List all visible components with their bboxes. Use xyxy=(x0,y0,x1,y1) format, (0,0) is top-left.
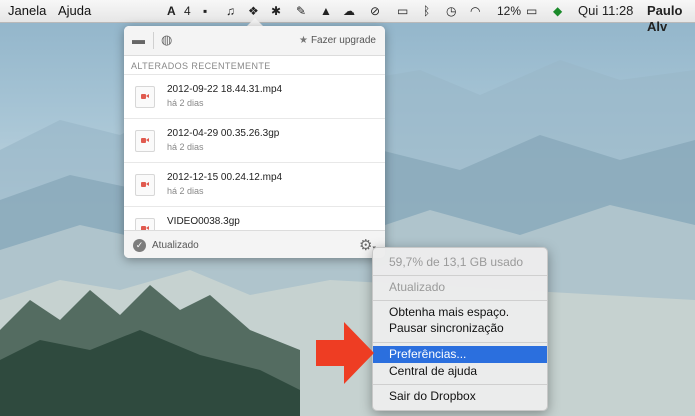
list-item[interactable]: 2012-04-29 00.35.26.3gp há 2 dias xyxy=(124,119,385,163)
folder-icon[interactable]: ▬ xyxy=(132,32,145,47)
file-time: há 2 dias xyxy=(167,142,204,152)
globe-icon[interactable]: ◍ xyxy=(161,32,172,48)
adobe-count: 4 xyxy=(184,4,191,18)
video-file-icon xyxy=(135,86,155,108)
panel-caret xyxy=(247,18,263,26)
menu-item-usage: 59,7% de 13,1 GB usado xyxy=(389,255,524,269)
video-file-icon xyxy=(135,174,155,196)
sync-icon[interactable]: ✱ xyxy=(271,3,281,19)
menu-item-pause-sync[interactable]: Pausar sincronização xyxy=(373,320,547,337)
menu-item-get-space[interactable]: Obtenha mais espaço. xyxy=(373,304,547,321)
brazil-flag-icon[interactable]: ◆ xyxy=(553,3,562,19)
adobe-icon[interactable]: A xyxy=(167,3,176,19)
menu-separator xyxy=(373,342,547,343)
time-machine-icon[interactable]: ◷ xyxy=(446,3,456,19)
battery-percent[interactable]: 12% xyxy=(497,3,521,19)
lock-icon[interactable]: ▪ xyxy=(203,3,207,19)
upgrade-label: Fazer upgrade xyxy=(310,35,376,46)
list-item[interactable]: 2012-09-22 18.44.31.mp4 há 2 dias xyxy=(124,75,385,119)
file-time: há 2 dias xyxy=(167,98,204,108)
video-file-icon xyxy=(135,130,155,152)
clock[interactable]: Qui 11:28 xyxy=(578,3,633,19)
battery-icon[interactable]: ▭ xyxy=(526,3,537,19)
menu-item-preferences[interactable]: Preferências... xyxy=(373,346,547,363)
panel-header: ▬ ◍ ★ Fazer upgrade xyxy=(124,26,385,56)
upgrade-button[interactable]: ★ Fazer upgrade xyxy=(299,35,376,46)
file-name: 2012-04-29 00.35.26.3gp xyxy=(167,128,280,139)
menu-bar: Janela Ajuda A 4 ▪ ♫ ❖ ✱ ✎ ▲ ☁ ⊘ ▭ ᛒ ◷ ◠… xyxy=(0,0,695,34)
file-name: VIDEO0038.3gp xyxy=(167,216,240,227)
file-name: 2012-12-15 00.24.12.mp4 xyxy=(167,172,283,183)
menu-item-quit[interactable]: Sair do Dropbox xyxy=(373,388,547,405)
section-title: ALTERADOS RECENTEMENTE xyxy=(131,61,271,71)
menu-item-updated: Atualizado xyxy=(389,280,446,294)
menu-item-help-center[interactable]: Central de ajuda xyxy=(373,363,547,380)
panel-footer: ✓ Atualizado ⚙▾ xyxy=(124,230,385,258)
sync-status: Atualizado xyxy=(152,240,199,251)
list-item[interactable]: VIDEO0038.3gp xyxy=(124,207,385,230)
google-drive-icon[interactable]: ▲ xyxy=(320,3,332,19)
cloud-icon[interactable]: ☁ xyxy=(343,3,355,19)
notification-bell-icon[interactable]: ♫ xyxy=(226,3,235,19)
mute-icon[interactable]: ⊘ xyxy=(370,3,380,19)
red-arrow-icon xyxy=(316,322,374,384)
video-file-icon xyxy=(135,218,155,230)
checkmark-icon: ✓ xyxy=(133,239,146,252)
menu-ajuda[interactable]: Ajuda xyxy=(58,3,91,18)
evernote-icon[interactable]: ✎ xyxy=(296,3,306,19)
recent-files-list: 2012-09-22 18.44.31.mp4 há 2 dias 2012-0… xyxy=(124,75,385,230)
user-name[interactable]: Paulo Alv xyxy=(647,3,695,35)
header-divider xyxy=(153,32,154,49)
star-icon: ★ xyxy=(298,35,308,46)
menu-janela[interactable]: Janela xyxy=(8,3,46,18)
file-name: 2012-09-22 18.44.31.mp4 xyxy=(167,84,283,95)
dropbox-icon[interactable]: ❖ xyxy=(248,3,259,19)
menu-separator xyxy=(373,300,547,301)
menu-separator xyxy=(373,275,547,276)
wifi-icon[interactable]: ◠ xyxy=(470,3,480,19)
gear-context-menu: 59,7% de 13,1 GB usado Atualizado Obtenh… xyxy=(372,247,548,411)
bluetooth-icon[interactable]: ᛒ xyxy=(423,3,430,19)
airplay-icon[interactable]: ▭ xyxy=(397,3,408,19)
dropbox-panel: ▬ ◍ ★ Fazer upgrade ALTERADOS RECENTEMENT… xyxy=(124,26,385,258)
menu-separator xyxy=(373,384,547,385)
list-item[interactable]: 2012-12-15 00.24.12.mp4 há 2 dias xyxy=(124,163,385,207)
file-time: há 2 dias xyxy=(167,186,204,196)
